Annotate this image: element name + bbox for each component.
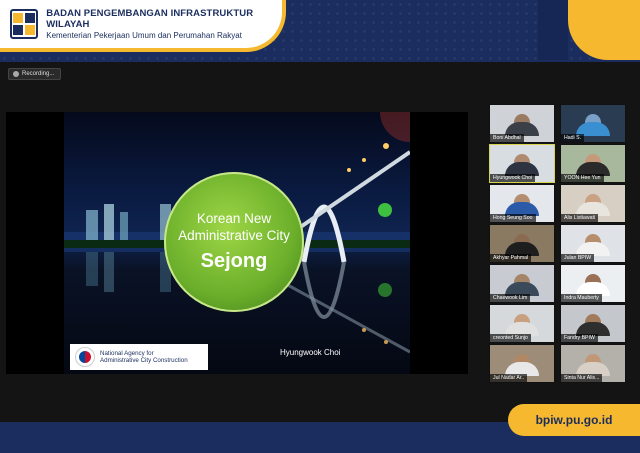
korea-emblem-icon xyxy=(75,347,95,367)
participant-tile[interactable]: Boni Abdhal xyxy=(489,104,555,143)
participant-tile[interactable]: Indra Mauberty xyxy=(560,264,626,303)
participant-name: Sinta Nur Alis... xyxy=(561,374,603,382)
slide-title-city: Sejong xyxy=(200,250,268,273)
website-url: bpiw.pu.go.id xyxy=(508,404,640,436)
recording-icon xyxy=(13,71,19,77)
corner-decoration xyxy=(538,0,568,60)
participant-name: Boni Abdhal xyxy=(490,134,524,142)
slide-title-line-1: Korean New xyxy=(196,210,272,226)
participant-tile[interactable]: Chaewook Lim xyxy=(489,264,555,303)
participant-name: creonted Sunjo xyxy=(490,334,531,342)
org-subtitle: Kementerian Pekerjaan Umum dan Perumahan… xyxy=(46,30,242,40)
participant-name: YOON Hee Yun xyxy=(561,174,604,182)
participant-name: Alis Listiawati xyxy=(561,214,599,222)
agency-name-line-2: Administrative City Construction xyxy=(100,357,188,364)
org-title: BADAN PENGEMBANGAN INFRASTRUKTUR WILAYAH xyxy=(46,7,254,31)
slide-title-badge: Korean New Administrative City Sejong xyxy=(164,172,304,312)
participant-tile-active-speaker[interactable]: Hyungwook Choi xyxy=(489,144,555,183)
participant-gallery: Boni Abdhal Hadi S. Hyungwook Choi YOON … xyxy=(489,104,627,384)
participant-tile[interactable]: Hadi S. xyxy=(560,104,626,143)
presenter-name: Hyungwook Choi xyxy=(280,348,341,357)
participant-name: Hyungwook Choi xyxy=(490,174,536,182)
participant-name: Hong Seung Soo xyxy=(490,214,536,222)
recording-label: Recording... xyxy=(22,71,55,77)
pupr-logo-icon xyxy=(10,9,39,39)
participant-name: Fandry BPIW xyxy=(561,334,598,342)
recording-indicator[interactable]: Recording... xyxy=(8,68,62,80)
participant-tile[interactable]: creonted Sunjo xyxy=(489,304,555,343)
slide-title-line-2: Administrative City xyxy=(178,227,290,243)
participant-tile[interactable]: Alis Listiawati xyxy=(560,184,626,223)
participant-tile[interactable]: Fandry BPIW xyxy=(560,304,626,343)
participant-tile[interactable]: Akhyar Pahmal xyxy=(489,224,555,263)
participant-name: Jul Nadar Ar.. xyxy=(490,374,528,382)
header-banner: BADAN PENGEMBANGAN INFRASTRUKTUR WILAYAH… xyxy=(0,0,286,52)
participant-tile[interactable]: YOON Hee Yun xyxy=(560,144,626,183)
participant-tile[interactable]: Julan BPIW xyxy=(560,224,626,263)
agency-logo-box: National Agency for Administrative City … xyxy=(70,344,208,370)
meeting-window: Recording... Korean New Administrative C… xyxy=(0,62,640,422)
screen-share-area[interactable]: Korean New Administrative City Sejong Na… xyxy=(6,112,468,374)
participant-tile[interactable]: Hong Seung Soo xyxy=(489,184,555,223)
agency-name-line-1: National Agency for xyxy=(100,349,154,357)
participant-name: Indra Mauberty xyxy=(561,294,602,302)
participant-name: Akhyar Pahmal xyxy=(490,254,532,262)
presentation-slide: Korean New Administrative City Sejong Na… xyxy=(64,112,410,374)
participant-tile[interactable]: Jul Nadar Ar.. xyxy=(489,344,555,383)
participant-name: Julan BPIW xyxy=(561,254,595,262)
participant-name: Hadi S. xyxy=(561,134,585,142)
participant-tile[interactable]: Sinta Nur Alis... xyxy=(560,344,626,383)
participant-name: Chaewook Lim xyxy=(490,294,531,302)
